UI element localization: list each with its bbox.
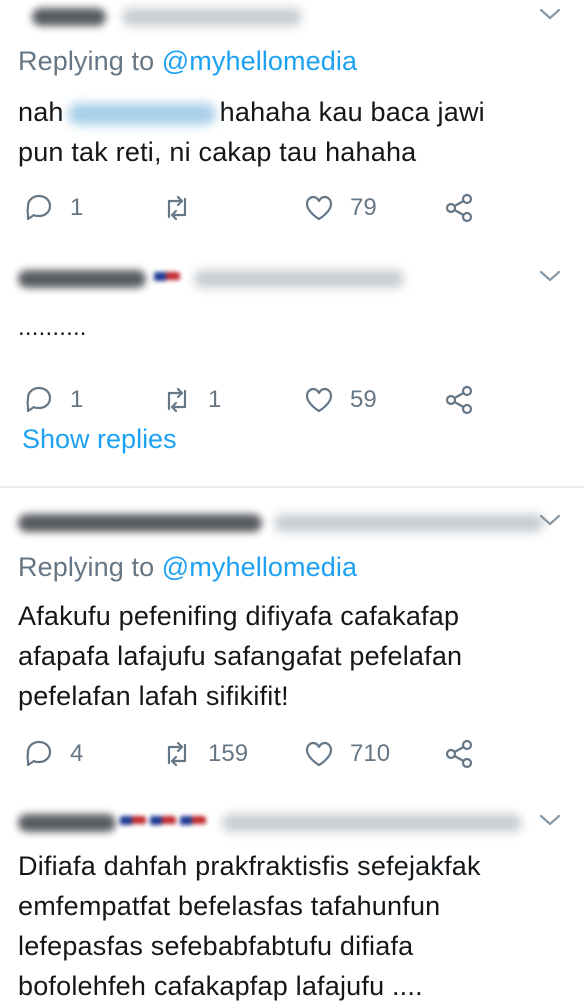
malaysia-flag-icon	[120, 816, 146, 832]
share-icon	[445, 193, 473, 223]
retweet-button[interactable]: 159	[160, 734, 248, 774]
share-icon	[445, 739, 473, 769]
retweet-icon	[167, 741, 187, 767]
share-button[interactable]	[442, 734, 476, 774]
reply-handle-link[interactable]: @myhellomedia	[162, 552, 357, 582]
divider	[0, 486, 584, 488]
chevron-down-icon[interactable]	[538, 6, 562, 22]
tweet-text: nah hahaha kau baca jawi pun tak reti, ni…	[18, 97, 485, 167]
reply-handle-link[interactable]: @myhellomedia	[162, 46, 357, 76]
reply-count: 1	[70, 386, 84, 413]
like-count: 710	[350, 740, 391, 767]
author-handle-blurred	[274, 514, 544, 532]
retweet-count: 1	[208, 386, 222, 413]
tweet-header	[18, 262, 584, 296]
reply-count: 4	[70, 740, 84, 767]
tweet-header	[18, 506, 584, 540]
tweet[interactable]: Replying to @myhellomedia Afakufu pefeni…	[0, 506, 584, 774]
replying-to: Replying to @myhellomedia	[18, 552, 358, 582]
reply-icon	[26, 386, 52, 413]
reply-button[interactable]: 1	[22, 188, 83, 228]
like-button[interactable]: 59	[302, 380, 377, 420]
heart-icon	[305, 387, 333, 413]
tweet[interactable]: .......... 1 1 59	[0, 262, 584, 420]
replying-to: Replying to @myhellomedia	[18, 46, 358, 76]
malaysia-flag-icon	[154, 272, 180, 288]
author-handle-blurred	[122, 8, 302, 26]
tweet-actions: 1 1 59	[18, 380, 584, 420]
share-button[interactable]	[442, 188, 476, 228]
malaysia-flag-icon	[150, 816, 176, 832]
malaysia-flag-icon	[180, 816, 206, 832]
reply-button[interactable]: 1	[22, 380, 83, 420]
heart-icon	[305, 741, 333, 767]
chevron-down-icon[interactable]	[538, 812, 562, 828]
chevron-down-icon[interactable]	[538, 268, 562, 284]
tweet[interactable]: Difiafa dahfah prakfraktisfis sefejakfak…	[0, 806, 584, 1003]
heart-icon	[305, 195, 333, 221]
author-name-blurred	[18, 814, 116, 832]
retweet-button[interactable]	[160, 188, 208, 228]
tweet[interactable]: Replying to @myhellomedia nah hahaha kau …	[0, 0, 584, 228]
retweet-icon	[167, 387, 187, 413]
author-name-blurred	[18, 270, 146, 288]
show-replies-link[interactable]: Show replies	[22, 424, 177, 455]
reply-button[interactable]: 4	[22, 734, 83, 774]
like-button[interactable]: 710	[302, 734, 390, 774]
tweet-text: Afakufu pefenifing difiyafa cafakafap af…	[18, 601, 463, 711]
tweet-header	[18, 806, 584, 840]
share-icon	[445, 385, 473, 415]
author-handle-blurred	[222, 814, 522, 832]
author-name-blurred	[18, 514, 262, 532]
like-count: 59	[350, 386, 377, 413]
share-button[interactable]	[442, 380, 476, 420]
author-handle-blurred	[194, 270, 404, 288]
author-name-blurred	[32, 8, 106, 26]
tweet-feed: Replying to @myhellomedia nah hahaha kau …	[0, 0, 584, 1003]
tweet-text: Difiafa dahfah prakfraktisfis sefejakfak…	[18, 851, 481, 1001]
tweet-header	[18, 0, 584, 34]
retweet-icon	[167, 195, 187, 221]
retweet-count: 159	[208, 740, 249, 767]
reply-count: 1	[70, 194, 84, 221]
like-count: 79	[350, 194, 377, 221]
chevron-down-icon[interactable]	[538, 512, 562, 528]
reply-icon	[26, 740, 52, 767]
tweet-actions: 1 79	[18, 188, 584, 228]
retweet-button[interactable]: 1	[160, 380, 221, 420]
reply-icon	[26, 194, 52, 221]
mention-blurred[interactable]	[67, 102, 216, 125]
tweet-text: ..........	[18, 314, 87, 341]
like-button[interactable]: 79	[302, 188, 377, 228]
tweet-actions: 4 159 710	[18, 734, 584, 774]
